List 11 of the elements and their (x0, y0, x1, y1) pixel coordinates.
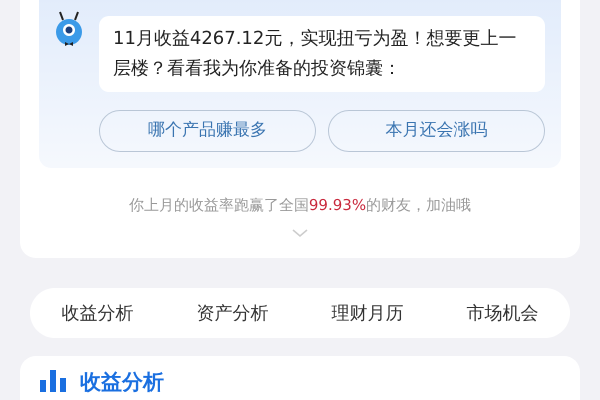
tab[interactable]: 资产分析 (196, 300, 268, 326)
suggestion-button[interactable]: 哪个产品赚最多 (99, 110, 316, 152)
suggestion-button[interactable]: 本月还会涨吗 (328, 110, 545, 152)
tab[interactable]: 理财月历 (332, 300, 404, 326)
chevron-down-icon[interactable] (292, 228, 308, 238)
tab[interactable]: 收益分析 (62, 300, 134, 326)
section-title: 收益分析 (80, 370, 164, 394)
tab[interactable]: 市场机会 (466, 300, 538, 326)
assistant-message: 11月收益4267.12元，实现扭亏为盈！想要更上一层楼？看看我为你准备的投资锦囊： (113, 27, 518, 81)
ranking-text: 你上月的收益率跑赢了全国99.93%的财友，加油哦 (128, 195, 472, 216)
bar-chart-icon (40, 370, 68, 392)
